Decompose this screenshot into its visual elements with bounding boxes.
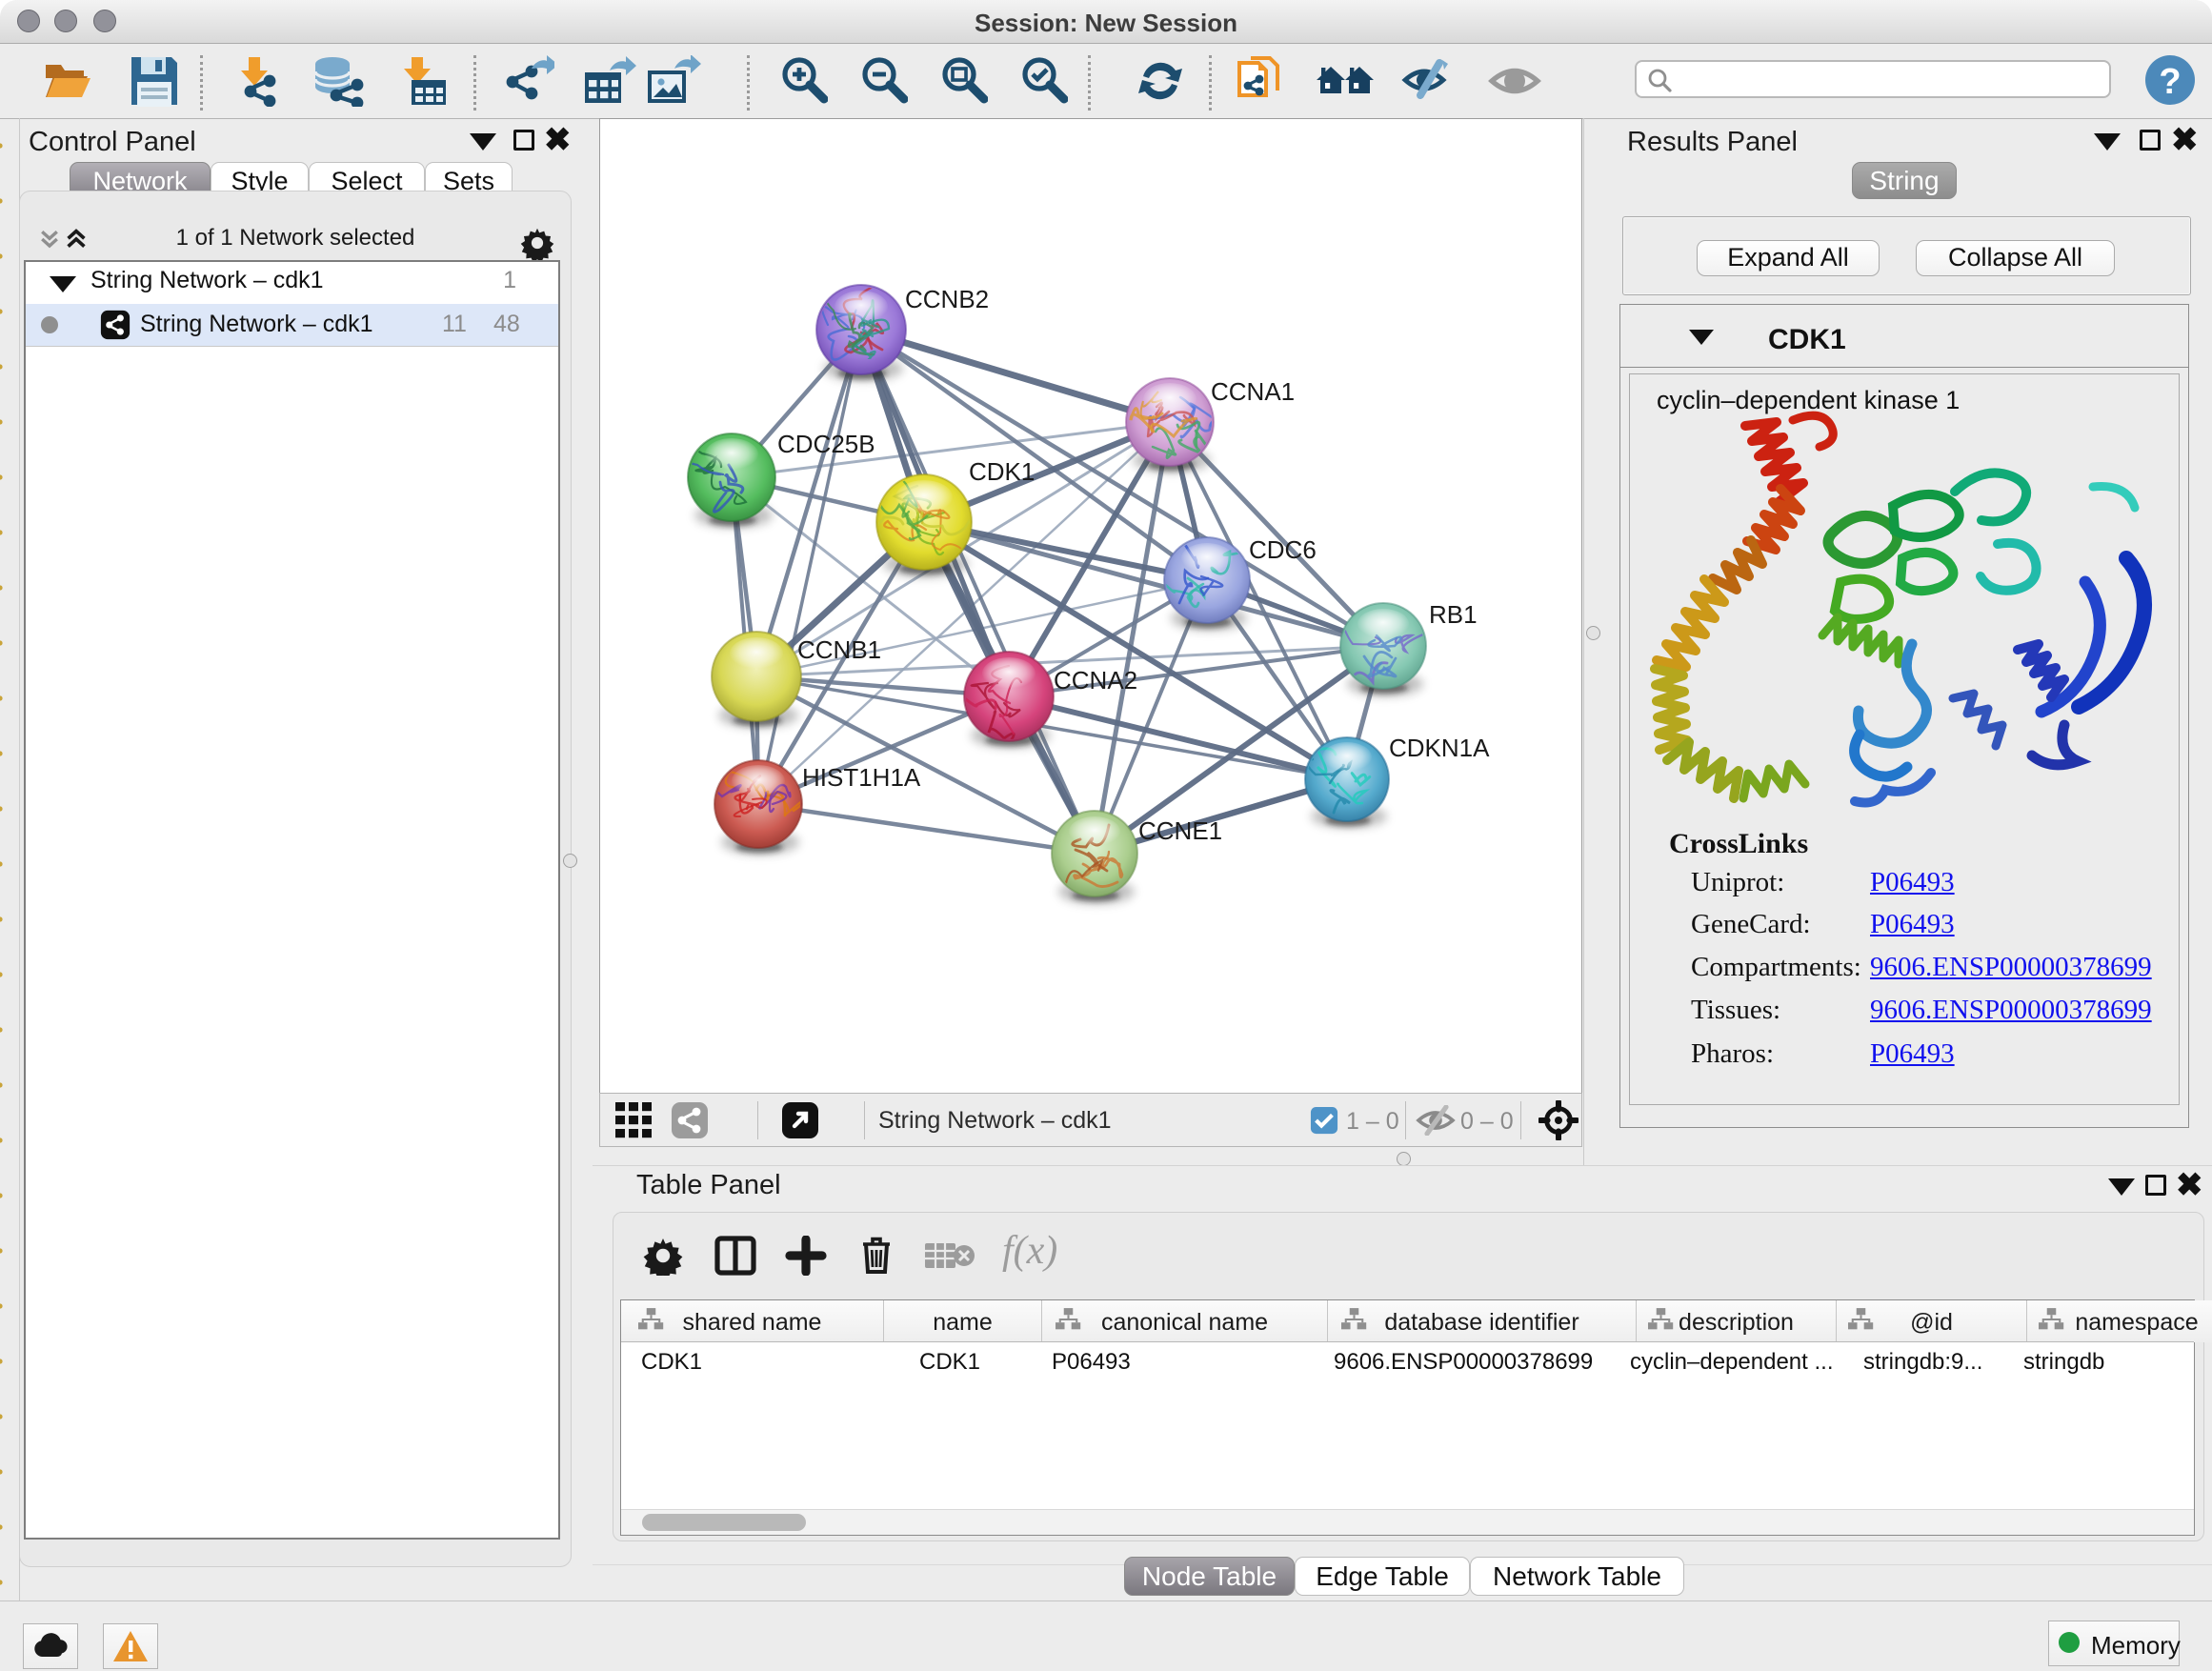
svg-text:CCNB1: CCNB1 xyxy=(797,635,881,664)
svg-text:CDC25B: CDC25B xyxy=(777,430,875,458)
svg-text:CDC6: CDC6 xyxy=(1249,535,1317,564)
svg-text:CDK1: CDK1 xyxy=(969,457,1035,486)
svg-text:CCNE1: CCNE1 xyxy=(1138,816,1222,845)
svg-text:CCNA1: CCNA1 xyxy=(1211,377,1295,406)
svg-text:CDKN1A: CDKN1A xyxy=(1389,734,1490,762)
svg-text:CCNA2: CCNA2 xyxy=(1054,666,1137,695)
svg-text:HIST1H1A: HIST1H1A xyxy=(802,763,921,792)
svg-text:RB1: RB1 xyxy=(1429,600,1478,629)
svg-text:?: ? xyxy=(2159,62,2181,102)
svg-text:CCNB2: CCNB2 xyxy=(905,285,989,313)
